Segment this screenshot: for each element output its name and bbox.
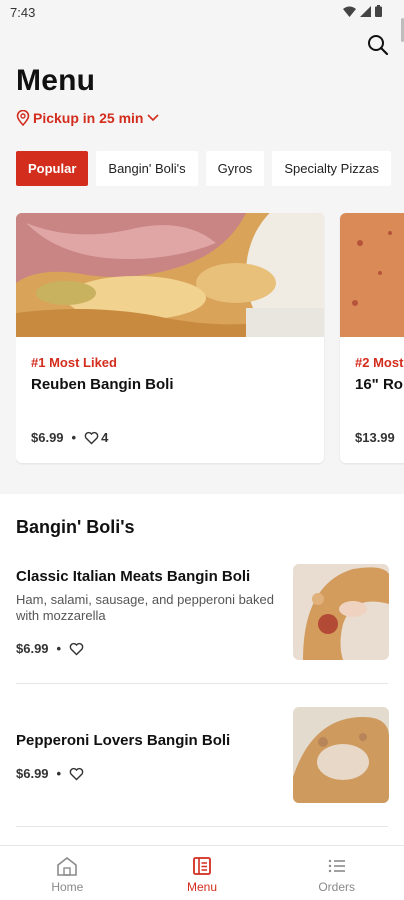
bottom-navigation: Home Menu Orders: [0, 845, 404, 900]
card-rank: #1 Most Liked: [31, 355, 117, 370]
item-meta: $6.99 •: [16, 766, 84, 781]
status-time: 7:43: [10, 5, 36, 20]
item-meta: $6.99 •: [16, 641, 84, 656]
nav-menu-label: Menu: [186, 880, 218, 894]
tab-bangin-bolis[interactable]: Bangin' Boli's: [96, 151, 198, 186]
menu-item[interactable]: Classic Italian Meats Bangin Boli Ham, s…: [16, 562, 389, 662]
separator-dot: •: [71, 430, 77, 445]
nav-orders[interactable]: Orders: [269, 846, 404, 900]
popular-card[interactable]: #2 Most 16" Ro $13.99: [340, 213, 404, 463]
card-meta: $13.99: [355, 430, 395, 445]
pickup-label: Pickup in 25 min: [33, 110, 144, 126]
heart-icon[interactable]: [69, 642, 84, 656]
home-icon: [57, 856, 78, 876]
pickup-time-selector[interactable]: Pickup in 25 min: [16, 110, 160, 126]
item-name: Classic Italian Meats Bangin Boli: [16, 568, 251, 585]
status-bar: 7:43: [0, 0, 404, 42]
menu-item[interactable]: Pepperoni Lovers Bangin Boli $6.99 •: [16, 707, 389, 803]
item-photo: [293, 707, 389, 803]
battery-icon: [375, 5, 382, 17]
heart-icon: [84, 431, 99, 444]
tab-specialty-pizzas[interactable]: Specialty Pizzas: [272, 151, 391, 186]
card-likes[interactable]: 4: [84, 430, 108, 445]
card-rank: #2 Most: [355, 355, 404, 370]
tab-popular[interactable]: Popular: [16, 151, 89, 186]
card-price: $13.99: [355, 430, 395, 445]
item-photo: [293, 564, 389, 660]
wifi-icon: [343, 6, 356, 17]
separator-dot: •: [56, 766, 62, 781]
category-tabs: Popular Bangin' Boli's Gyros Specialty Pizz…: [16, 151, 404, 187]
signal-icon: [360, 5, 371, 17]
chevron-down-icon: [147, 114, 160, 122]
nav-home[interactable]: Home: [0, 846, 135, 900]
likes-count: 4: [101, 430, 109, 445]
page-title: Menu: [16, 64, 96, 97]
pizza-photo: [340, 213, 404, 337]
item-price: $6.99: [16, 641, 49, 656]
list-icon: [328, 859, 345, 873]
item-description: Ham, salami, sausage, and pepperoni bake…: [16, 592, 274, 623]
location-pin-icon: [16, 110, 30, 126]
heart-icon[interactable]: [69, 767, 84, 781]
card-price: $6.99: [31, 430, 64, 445]
nav-home-label: Home: [51, 880, 84, 894]
search-icon: [368, 35, 389, 56]
search-button[interactable]: [364, 31, 392, 59]
card-meta: $6.99 • 4: [31, 430, 108, 445]
tab-gyros[interactable]: Gyros: [205, 151, 265, 186]
menu-book-icon: [193, 857, 211, 875]
divider: [16, 683, 388, 684]
reuben-boli-photo: [16, 213, 324, 337]
card-title: 16" Ro: [355, 376, 403, 393]
popular-card[interactable]: #1 Most Liked Reuben Bangin Boli $6.99 •…: [16, 213, 324, 463]
popular-carousel: #1 Most Liked Reuben Bangin Boli $6.99 •…: [16, 213, 404, 465]
card-title: Reuben Bangin Boli: [31, 376, 174, 393]
nav-menu[interactable]: Menu: [135, 846, 270, 900]
separator-dot: •: [56, 641, 62, 656]
section-title: Bangin' Boli's: [16, 517, 135, 537]
divider: [16, 826, 388, 827]
status-icons: [343, 5, 382, 17]
nav-orders-label: Orders: [318, 880, 356, 894]
item-price: $6.99: [16, 766, 49, 781]
item-name: Pepperoni Lovers Bangin Boli: [16, 732, 231, 749]
